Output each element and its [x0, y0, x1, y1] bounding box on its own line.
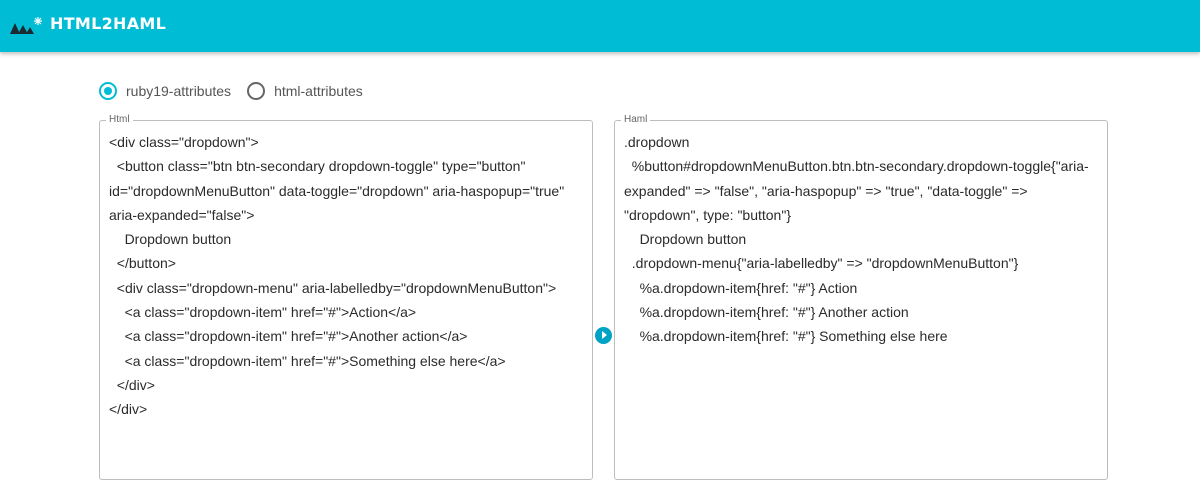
radio-label-html-attributes[interactable]: html-attributes — [274, 83, 363, 99]
haml-output-panel[interactable]: Haml .dropdown %button#dropdownMenuButto… — [614, 114, 1108, 480]
radio-label-ruby19-attributes[interactable]: ruby19-attributes — [126, 83, 231, 99]
top-app-bar: HTML2HAML — [0, 0, 1200, 52]
logo-icon — [10, 17, 42, 34]
haml-code-output[interactable]: .dropdown %button#dropdownMenuButton.btn… — [624, 130, 1101, 349]
html-panel-legend: Html — [106, 114, 133, 126]
app-title[interactable]: HTML2HAML — [50, 14, 166, 33]
radio-unchecked-icon[interactable] — [247, 82, 266, 100]
attribute-style-options: ruby19-attributes html-attributes — [99, 80, 379, 102]
html-input-panel[interactable]: Html <div class="dropdown"> <button clas… — [99, 114, 593, 480]
haml-panel-legend: Haml — [621, 114, 651, 126]
radio-checked-icon[interactable] — [99, 82, 117, 100]
html-code-editor[interactable]: <div class="dropdown"> <button class="bt… — [109, 130, 586, 422]
radio-html-attributes[interactable]: html-attributes — [247, 82, 363, 100]
convert-button[interactable] — [595, 327, 612, 344]
radio-ruby19-attributes[interactable]: ruby19-attributes — [99, 82, 231, 100]
